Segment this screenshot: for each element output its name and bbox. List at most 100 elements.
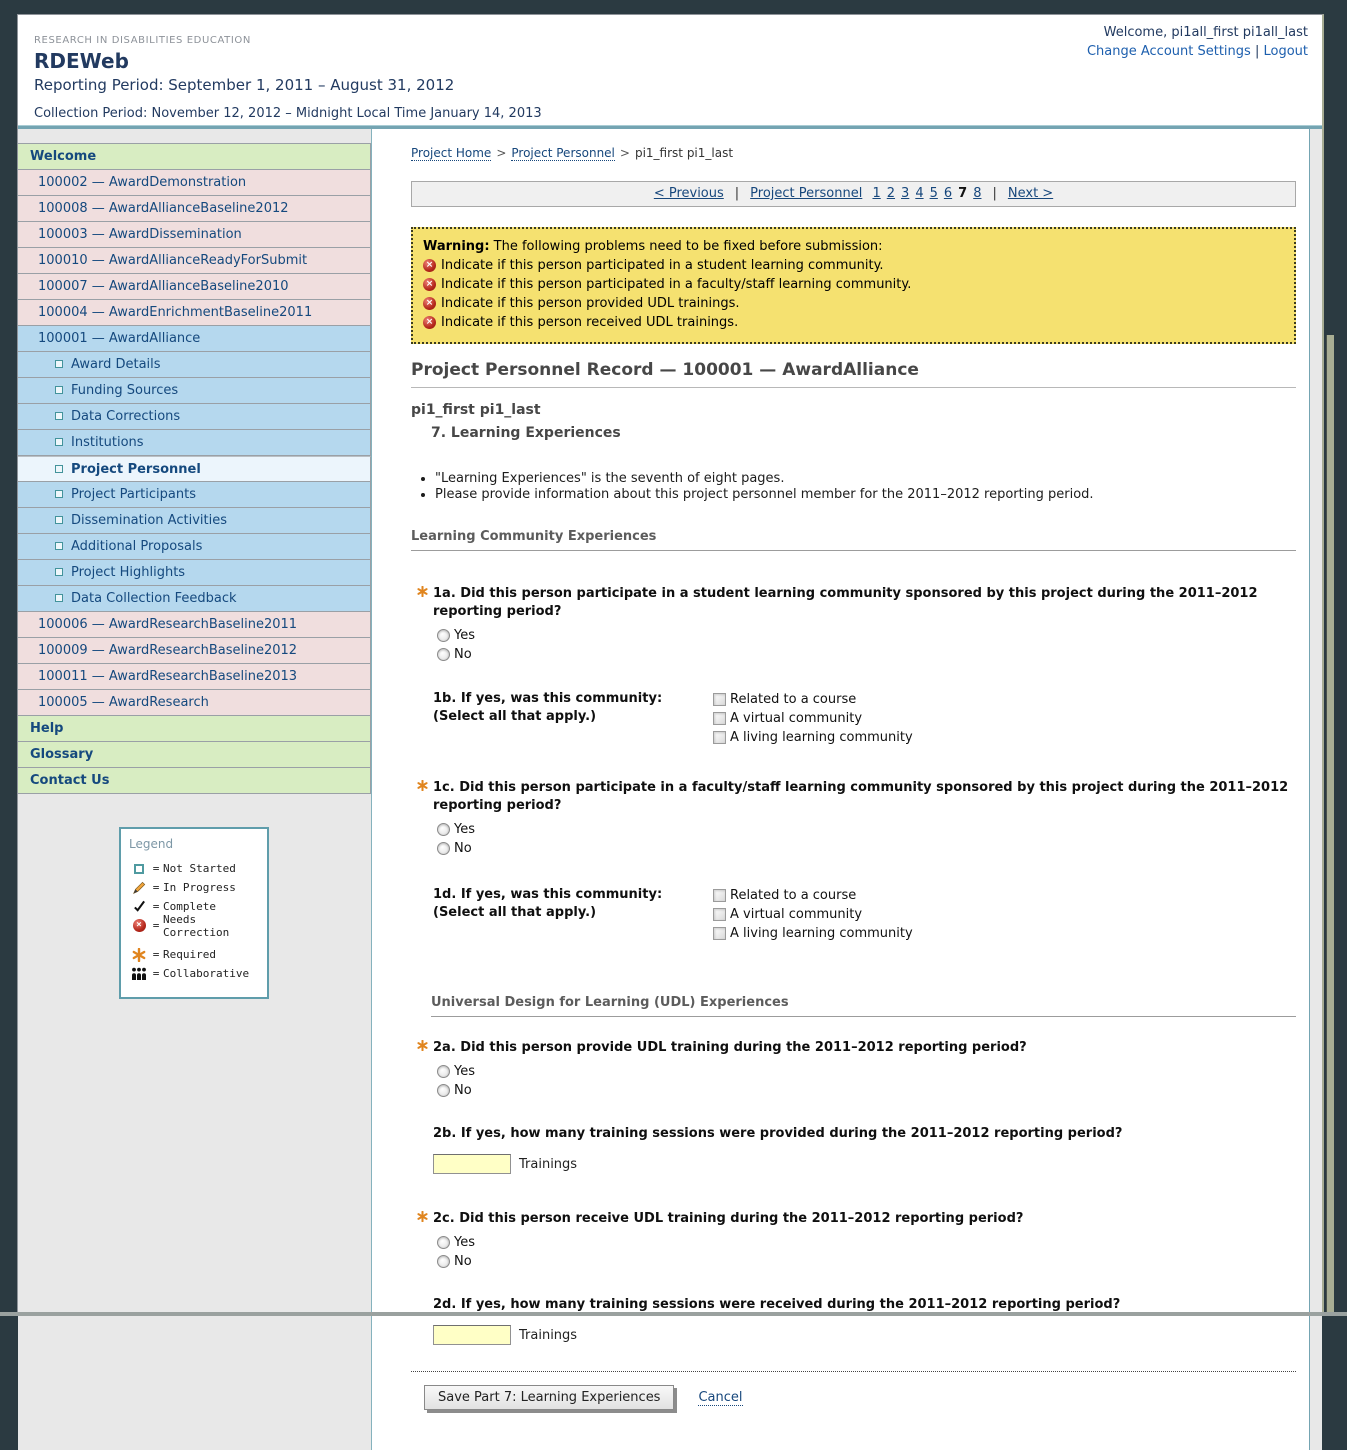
checkbox-option[interactable]: A living learning community [713,924,913,943]
radio-option-no[interactable]: No [437,839,1296,858]
checkbox-option[interactable]: A virtual community [713,905,913,924]
sidebar-item-award[interactable]: 100011 — AwardResearchBaseline2013 [18,664,371,690]
required-asterisk-icon [417,779,433,815]
sidebar-item-award[interactable]: 100004 — AwardEnrichmentBaseline2011 [18,300,371,326]
q1d-virtual-checkbox[interactable] [713,908,726,921]
sidebar-item-award[interactable]: 100005 — AwardResearch [18,690,371,716]
q2a-no-radio[interactable] [437,1084,450,1097]
legend-title: Legend [129,837,174,851]
save-button[interactable]: Save Part 7: Learning Experiences [424,1385,675,1410]
sidebar-item-award[interactable]: 100003 — AwardDissemination [18,222,371,248]
radio-option-yes[interactable]: Yes [437,1062,1296,1081]
not-started-checkbox-icon [55,516,63,524]
page-link-2[interactable]: 2 [887,186,895,201]
q1c-no-radio[interactable] [437,842,450,855]
logout-link[interactable]: Logout [1263,44,1308,59]
sidebar-item-award[interactable]: 100007 — AwardAllianceBaseline2010 [18,274,371,300]
sidebar-item-dissemination-activities[interactable]: Dissemination Activities [18,508,371,534]
radio-option-no[interactable]: No [437,1252,1296,1271]
sidebar-item-award[interactable]: 100006 — AwardResearchBaseline2011 [18,612,371,638]
q2c-yes-radio[interactable] [437,1236,450,1249]
q1a-yes-radio[interactable] [437,629,450,642]
q1b-living-checkbox[interactable] [713,731,726,744]
sidebar-item-data-corrections[interactable]: Data Corrections [18,404,371,430]
q1d-course-checkbox[interactable] [713,889,726,902]
trainings-provided-input[interactable] [433,1154,511,1174]
breadcrumb-current: pi1_first pi1_last [634,146,734,160]
sidebar-item-funding-sources[interactable]: Funding Sources [18,378,371,404]
breadcrumb: Project Home > Project Personnel > pi1_first… [411,146,734,161]
q2a-yes-radio[interactable] [437,1065,450,1078]
q1b-virtual-checkbox[interactable] [713,712,726,725]
scrollbar-thumb[interactable] [1326,335,1334,1312]
page-link-8[interactable]: 8 [973,186,981,201]
page-link-6[interactable]: 6 [944,186,952,201]
pagination-section-link[interactable]: Project Personnel [750,186,862,201]
footer-actions: Save Part 7: Learning Experiences Cancel [424,1385,1296,1410]
q1b-course-checkbox[interactable] [713,693,726,706]
page-link-1[interactable]: 1 [872,186,880,201]
radio-option-no[interactable]: No [437,1081,1296,1100]
question-1d-options: Related to a course A virtual community … [713,886,913,943]
cancel-link[interactable]: Cancel [698,1390,743,1406]
sidebar-item-welcome[interactable]: Welcome [18,144,371,170]
sidebar-item-project-personnel[interactable]: Project Personnel [18,456,371,482]
checkbox-option[interactable]: Related to a course [713,690,913,709]
required-asterisk-icon [417,585,433,621]
next-page-link[interactable]: Next > [1008,186,1053,201]
breadcrumb-project-personnel-link[interactable]: Project Personnel [511,146,615,161]
sidebar-item-institutions[interactable]: Institutions [18,430,371,456]
legend-item: = In Progress [129,878,261,897]
not-started-checkbox-icon [55,438,63,446]
page-link-4[interactable]: 4 [915,186,923,201]
q1d-living-checkbox[interactable] [713,927,726,940]
breadcrumb-project-home-link[interactable]: Project Home [411,146,492,161]
trainings-received-input[interactable] [433,1325,511,1345]
sidebar-item-award-open[interactable]: 100001 — AwardAlliance [18,326,371,352]
previous-page-link[interactable]: < Previous [654,186,724,201]
sidebar-item-glossary[interactable]: Glossary [18,742,371,768]
question-1b: 1b. If yes, was this community: (Select … [433,690,1296,747]
page-link-5[interactable]: 5 [930,186,938,201]
warning-item: × Indicate if this person received UDL tr… [423,313,1284,332]
sidebar-item-award[interactable]: 100010 — AwardAllianceReadyForSubmit [18,248,371,274]
not-started-checkbox-icon [55,412,63,420]
q1c-yes-radio[interactable] [437,823,450,836]
sidebar-item-project-highlights[interactable]: Project Highlights [18,560,371,586]
sidebar-item-award[interactable]: 100002 — AwardDemonstration [18,170,371,196]
page-link-3[interactable]: 3 [901,186,909,201]
question-2b-label: 2b. If yes, how many training sessions w… [433,1126,1123,1141]
sidebar-item-contact-us[interactable]: Contact Us [18,768,371,794]
checkbox-option[interactable]: A virtual community [713,709,913,728]
question-1b-options: Related to a course A virtual community … [713,690,913,747]
error-x-icon: × [423,259,436,272]
sidebar-item-award-details[interactable]: Award Details [18,352,371,378]
user-box: Welcome, pi1all_first pi1all_last Change… [1087,23,1308,61]
sidebar-item-additional-proposals[interactable]: Additional Proposals [18,534,371,560]
not-started-checkbox-icon [55,386,63,394]
warning-item: × Indicate if this person participated in… [423,256,1284,275]
question-1c-options: Yes No [437,820,1296,858]
change-account-settings-link[interactable]: Change Account Settings [1087,44,1251,59]
error-x-icon: × [423,297,436,310]
radio-option-yes[interactable]: Yes [437,626,1296,645]
radio-option-no[interactable]: No [437,645,1296,664]
question-1a-label: 1a. Did this person participate in a stu… [433,586,1258,619]
required-asterisk-icon [417,1210,433,1228]
not-started-checkbox-icon [55,594,63,602]
q1a-no-radio[interactable] [437,648,450,661]
legend-item: = Required [129,945,261,964]
checkbox-option[interactable]: A living learning community [713,728,913,747]
sidebar-item-award[interactable]: 100008 — AwardAllianceBaseline2012 [18,196,371,222]
sidebar-item-project-participants[interactable]: Project Participants [18,482,371,508]
sidebar-item-award[interactable]: 100009 — AwardResearchBaseline2012 [18,638,371,664]
radio-option-yes[interactable]: Yes [437,820,1296,839]
sidebar-item-data-collection-feedback[interactable]: Data Collection Feedback [18,586,371,612]
sidebar-item-help[interactable]: Help [18,716,371,742]
app-window: RESEARCH IN DISABILITIES EDUCATION RDEWe… [17,14,1324,1450]
question-2a-options: Yes No [437,1062,1296,1100]
q2c-no-radio[interactable] [437,1255,450,1268]
checkbox-option[interactable]: Related to a course [713,886,913,905]
radio-option-yes[interactable]: Yes [437,1233,1296,1252]
link-separator: | [1254,44,1260,59]
